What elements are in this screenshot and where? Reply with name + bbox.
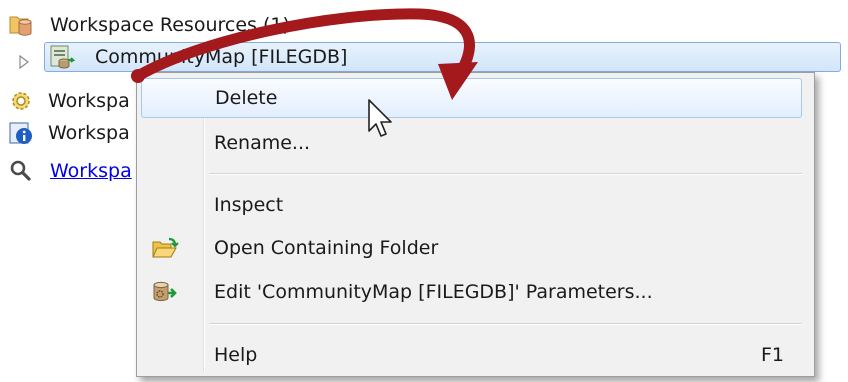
- menu-item-label: Open Containing Folder: [214, 237, 439, 259]
- menu-item-label: Delete: [215, 87, 278, 109]
- menu-item-label: Edit 'CommunityMap [FILEGDB]' Parameters…: [214, 281, 653, 303]
- menu-separator: [209, 323, 802, 325]
- tree-item-workspace-resources[interactable]: Workspace Resources (1): [8, 10, 290, 40]
- tree-item-label: Workspace Resources (1): [50, 14, 290, 36]
- tree-item-workspace-search[interactable]: Workspa: [8, 156, 132, 186]
- tree-item-link[interactable]: Workspa: [50, 160, 132, 182]
- menu-item-open-containing-folder[interactable]: Open Containing Folder: [141, 228, 802, 268]
- menu-item-label: Help: [214, 344, 258, 366]
- tree-item-workspace-parameters[interactable]: Workspa: [8, 86, 130, 116]
- open-folder-icon: [151, 236, 179, 260]
- mouse-pointer-icon: [368, 99, 392, 137]
- menu-separator: [209, 173, 802, 175]
- tree-item-label: CommunityMap [FILEGDB]: [95, 46, 348, 68]
- tree-item-label: Workspa: [48, 122, 130, 144]
- info-icon: [8, 120, 34, 146]
- menu-item-rename[interactable]: Rename...: [141, 123, 802, 163]
- gear-parameters-icon: [8, 88, 34, 114]
- menu-item-label: Rename...: [214, 132, 311, 154]
- tree-item-label: Workspa: [48, 90, 130, 112]
- expand-triangle-icon[interactable]: [18, 52, 30, 74]
- tree-item-workspace-info[interactable]: Workspa: [8, 118, 130, 148]
- database-folder-icon: [8, 12, 34, 38]
- tree-item-communitymap[interactable]: CommunityMap [FILEGDB]: [44, 42, 841, 72]
- menu-item-label: Inspect: [214, 194, 284, 216]
- menu-item-inspect[interactable]: Inspect: [141, 185, 802, 225]
- menu-item-help[interactable]: Help F1: [141, 335, 802, 375]
- context-menu: Delete Rename... Inspect Open Containing…: [136, 72, 815, 377]
- menu-item-accelerator: F1: [760, 344, 784, 366]
- menu-item-delete[interactable]: Delete: [141, 78, 802, 118]
- filegdb-reader-icon: [49, 44, 76, 70]
- search-icon: [8, 158, 34, 184]
- menu-item-edit-parameters[interactable]: Edit 'CommunityMap [FILEGDB]' Parameters…: [141, 272, 802, 312]
- edit-database-parameters-icon: [151, 280, 179, 304]
